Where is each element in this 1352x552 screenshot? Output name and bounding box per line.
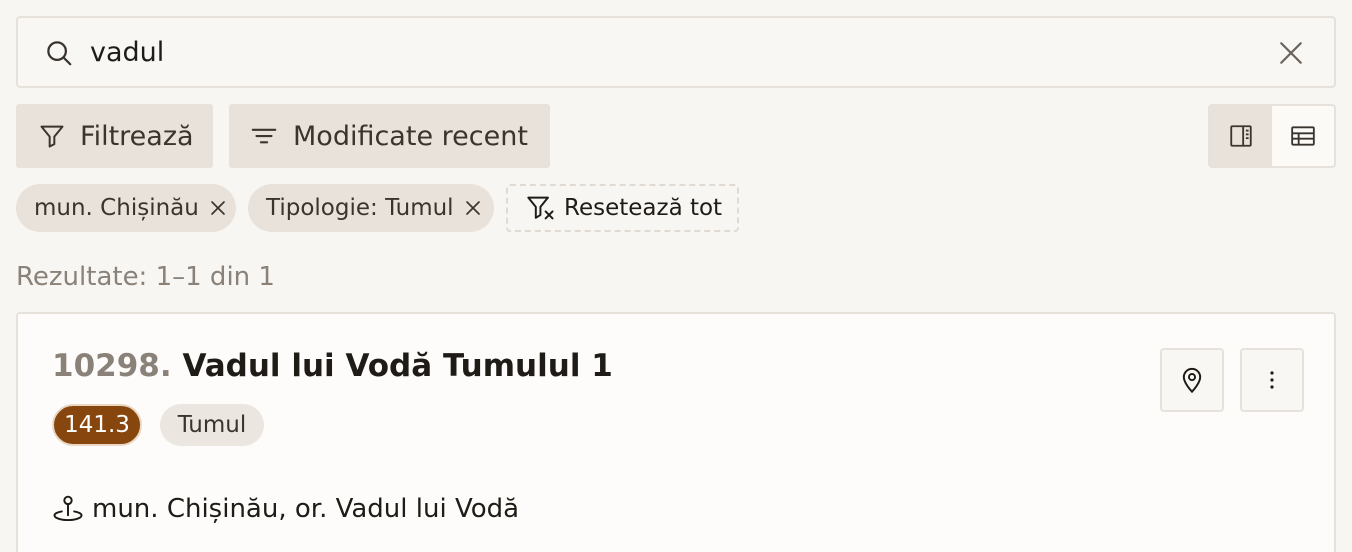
sort-icon	[251, 128, 277, 144]
remove-filter-button[interactable]	[209, 199, 227, 217]
remove-filter-button[interactable]	[464, 199, 482, 217]
result-number: 10298.	[52, 348, 172, 384]
table-view-button[interactable]	[1272, 106, 1334, 166]
filter-chip-label: mun. Chișinău	[34, 195, 199, 221]
result-location-text: mun. Chișinău, or. Vadul lui Vodă	[92, 494, 520, 524]
close-icon[interactable]	[1278, 40, 1304, 66]
sort-button-label: Modificate recent	[293, 120, 528, 152]
search-input[interactable]	[90, 30, 1240, 74]
location-marker-icon	[53, 495, 83, 522]
more-vertical-icon	[1270, 371, 1274, 389]
split-view-icon	[1230, 125, 1252, 147]
filter-chip-location: mun. Chișinău	[16, 184, 236, 232]
filter-chip-label: Tipologie: Tumul	[266, 195, 454, 221]
filter-clear-icon	[527, 196, 554, 220]
result-location: mun. Chișinău, or. Vadul lui Vodă	[52, 494, 519, 524]
result-title-text: Vadul lui Vodă Tumulul 1	[182, 348, 613, 384]
more-options-button[interactable]	[1240, 348, 1304, 412]
close-icon	[211, 201, 225, 215]
reset-filters-button[interactable]: Resetează tot	[506, 184, 739, 232]
search-box	[16, 16, 1336, 88]
result-card[interactable]: 10298. Vadul lui Vodă Tumulul 1 141.3 Tu…	[16, 312, 1336, 552]
filter-button[interactable]: Filtrează	[16, 104, 213, 168]
filter-chip-typology: Tipologie: Tumul	[248, 184, 494, 232]
results-count: Rezultate: 1–1 din 1	[16, 262, 275, 292]
filter-button-label: Filtrează	[80, 120, 194, 152]
view-toggle	[1208, 104, 1336, 168]
map-pin-icon	[1182, 368, 1202, 394]
sort-button[interactable]: Modificate recent	[229, 104, 550, 168]
result-title[interactable]: 10298. Vadul lui Vodă Tumulul 1	[52, 348, 613, 384]
show-on-map-button[interactable]	[1160, 348, 1224, 412]
close-icon	[465, 201, 480, 215]
reset-filters-label: Resetează tot	[564, 195, 723, 221]
split-view-button[interactable]	[1210, 106, 1272, 166]
type-badge: Tumul	[160, 404, 264, 446]
filter-icon	[40, 125, 64, 148]
table-view-icon	[1291, 126, 1315, 146]
search-icon	[47, 41, 72, 66]
code-badge: 141.3	[52, 404, 142, 446]
